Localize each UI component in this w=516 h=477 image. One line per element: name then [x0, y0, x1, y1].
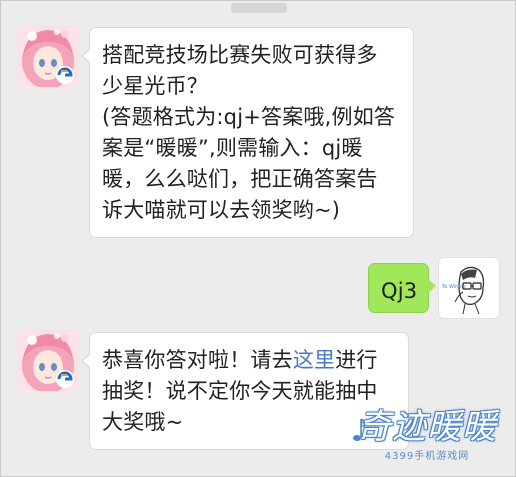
message-line: 恭喜你答对啦！请去这里进行: [102, 345, 394, 376]
message-line: (答题格式为:qj+答案哦,例如答: [102, 105, 396, 129]
watermark-logo: 奇迹暖暖: [357, 407, 497, 447]
anime-girl-avatar-icon: [17, 25, 79, 87]
contact-avatar[interactable]: [17, 329, 79, 391]
anime-girl-avatar-icon: [17, 329, 79, 391]
avatar-caption: To Winnie: [441, 284, 466, 290]
chat-window: 搭配竞技场比赛失败可获得多 少星光币？ (答题格式为:qj+答案哦,例如答 案是…: [0, 0, 516, 477]
sketch-avatar-icon: To Winnie: [439, 258, 499, 318]
message-line: 暖，么么哒们，把正确答案告: [102, 167, 378, 191]
message-text: 恭喜你答对啦！请去: [102, 348, 293, 372]
message-bubble-question[interactable]: 搭配竞技场比赛失败可获得多 少星光币？ (答题格式为:qj+答案哦,例如答 案是…: [81, 27, 414, 238]
message-line: 抽奖！说不定你今天就能抽中: [102, 379, 378, 403]
lottery-link[interactable]: 这里: [293, 348, 335, 372]
message-line: 案是“暖暖”,则需输入：qj暖: [102, 136, 363, 160]
watermark: 奇迹暖暖 4399手机游戏网: [353, 407, 497, 462]
watermark-site: 4399手机游戏网: [384, 451, 470, 462]
message-text: Qj3: [381, 279, 418, 303]
contact-avatar[interactable]: [17, 25, 79, 87]
message-bubble-answer[interactable]: Qj3: [368, 263, 436, 313]
music-note-icon: [353, 418, 366, 441]
user-avatar[interactable]: To Winnie: [438, 257, 500, 319]
message-line: 搭配竞技场比赛失败可获得多: [102, 43, 378, 67]
message-line: 诉大喵就可以去领奖哟~): [102, 198, 341, 222]
timestamp-bar: [231, 3, 287, 13]
message-line: 少星光币？: [102, 74, 208, 98]
message-text: 进行: [335, 348, 378, 372]
